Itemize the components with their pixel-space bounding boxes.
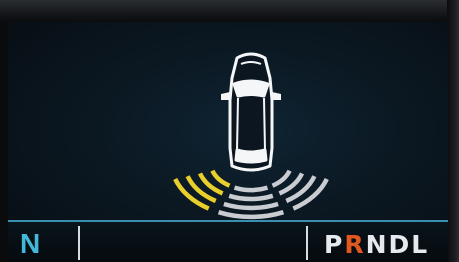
rear-center-arc-2 (228, 193, 274, 202)
rear-right-arc-1 (271, 169, 292, 188)
current-gear-indicator: N (20, 228, 41, 259)
gear-selector-prndl: PRNDL (324, 230, 429, 259)
rear-right-arc-2 (278, 172, 305, 196)
gear-letter-n: N (365, 230, 389, 259)
gear-letter-p: P (324, 230, 345, 259)
gear-letter-r: R (344, 230, 366, 259)
gear-letter-d: D (388, 230, 412, 259)
status-divider (78, 226, 80, 260)
rear-right-sensor-arcs (271, 169, 329, 211)
rear-left-arc-1 (210, 169, 231, 188)
rear-center-sensor-arcs (217, 185, 285, 220)
top-bezel (0, 0, 459, 22)
status-divider (306, 226, 308, 260)
rear-center-arc-1 (233, 185, 269, 193)
park-assist-view (173, 52, 329, 220)
rear-center-arc-3 (223, 201, 279, 211)
infotainment-screen: N PRNDL (8, 22, 448, 262)
gear-letter-l: L (411, 230, 430, 259)
right-bezel (447, 0, 459, 262)
rear-left-arc-2 (197, 172, 224, 196)
rear-center-arc-4 (217, 210, 285, 220)
car-top-view-icon (221, 52, 281, 172)
rear-left-sensor-arcs (173, 169, 231, 211)
status-bar: N PRNDL (8, 220, 448, 262)
